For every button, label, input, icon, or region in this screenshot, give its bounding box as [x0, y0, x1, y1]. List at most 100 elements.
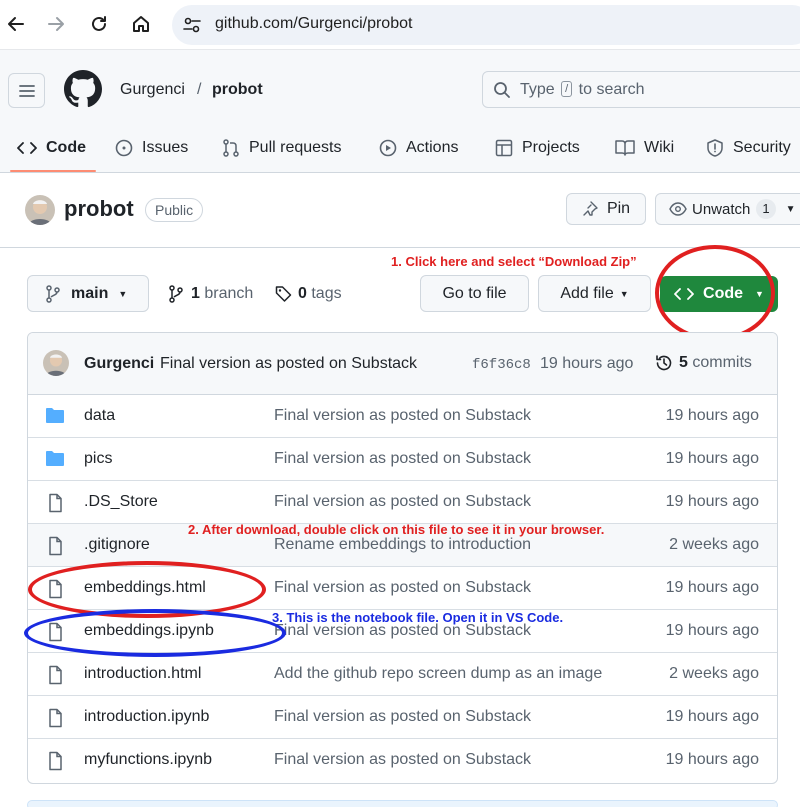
tab-issues[interactable]: Issues [115, 136, 188, 160]
tags-link[interactable]: 0 tags [275, 285, 342, 303]
history-icon [656, 355, 672, 371]
file-row-ds-store[interactable]: .DS_Store Final version as posted on Sub… [28, 481, 777, 524]
file-commit-message[interactable]: Final version as posted on Substack [274, 407, 531, 425]
unwatch-button[interactable]: Unwatch 1 ▼ [655, 193, 800, 225]
file-time: 19 hours ago [665, 407, 759, 424]
hamburger-menu-button[interactable] [8, 73, 45, 108]
browser-toolbar: github.com/Gurgenci/probot [0, 0, 800, 50]
file-icon [45, 536, 65, 561]
commit-time: 19 hours ago [540, 355, 634, 372]
file-icon [45, 665, 65, 690]
watch-count: 1 [756, 199, 776, 219]
file-row-data[interactable]: data Final version as posted on Substack… [28, 395, 777, 438]
commit-author[interactable]: Gurgenci [84, 355, 154, 373]
address-bar[interactable]: github.com/Gurgenci/probot [172, 5, 800, 45]
file-commit-message[interactable]: Final version as posted on Substack [274, 751, 531, 769]
tab-pull-requests[interactable]: Pull requests [222, 136, 342, 160]
file-time: 19 hours ago [665, 450, 759, 467]
add-file-button[interactable]: Add file ▼ [538, 275, 651, 312]
visibility-badge: Public [145, 198, 204, 222]
github-logo-icon[interactable] [64, 70, 102, 113]
tab-security[interactable]: Security [706, 136, 791, 160]
pull-request-icon [223, 139, 239, 157]
file-time: 19 hours ago [665, 493, 759, 510]
file-row-pics[interactable]: pics Final version as posted on Substack… [28, 438, 777, 481]
file-time: 19 hours ago [665, 751, 759, 768]
play-icon [379, 139, 397, 157]
annotation-open-in-browser: 2. After download, double click on this … [188, 522, 605, 537]
tab-actions[interactable]: Actions [379, 136, 458, 160]
avatar[interactable] [25, 195, 55, 225]
file-icon [45, 708, 65, 733]
tab-wiki[interactable]: Wiki [615, 136, 674, 160]
file-name[interactable]: pics [84, 450, 112, 468]
commit-sha[interactable]: f6f36c8 [472, 357, 531, 373]
code-icon [17, 142, 37, 154]
avatar[interactable] [43, 350, 69, 376]
file-name[interactable]: introduction.html [84, 665, 201, 683]
search-input[interactable]: Type / to search [482, 71, 800, 108]
file-row-introduction-html[interactable]: introduction.html Add the github repo sc… [28, 653, 777, 696]
divider [0, 247, 800, 248]
file-time: 2 weeks ago [669, 665, 759, 682]
latest-commit-row: Gurgenci Final version as posted on Subs… [28, 333, 777, 395]
file-icon [45, 493, 65, 518]
pin-icon [583, 201, 598, 216]
repo-link[interactable]: probot [212, 81, 263, 99]
github-header: Gurgenci / probot Type / to search Code … [0, 50, 800, 173]
tab-code[interactable]: Code [17, 136, 86, 160]
file-name[interactable]: .DS_Store [84, 493, 158, 511]
book-icon [615, 140, 635, 156]
breadcrumb-separator: / [197, 81, 202, 98]
home-icon[interactable] [128, 11, 154, 37]
chevron-down-icon: ▼ [785, 203, 796, 215]
file-row-introduction-ipynb[interactable]: introduction.ipynb Final version as post… [28, 696, 777, 739]
table-icon [495, 139, 513, 157]
file-table: Gurgenci Final version as posted on Subs… [27, 332, 778, 784]
branch-icon [46, 284, 60, 303]
branch-icon [169, 285, 183, 303]
annotation-download-zip: 1. Click here and select “Download Zip” [391, 254, 637, 269]
file-row-myfunctions-ipynb[interactable]: myfunctions.ipynb Final version as poste… [28, 739, 777, 782]
reload-icon[interactable] [86, 11, 112, 37]
file-commit-message[interactable]: Final version as posted on Substack [274, 493, 531, 511]
tab-projects[interactable]: Projects [495, 136, 580, 160]
file-name[interactable]: myfunctions.ipynb [84, 751, 212, 769]
highlight-ellipse-code [655, 245, 775, 341]
active-tab-indicator [10, 170, 96, 172]
highlight-ellipse-embeddings-ipynb [24, 609, 286, 657]
search-icon [493, 81, 511, 104]
tag-icon [275, 286, 292, 302]
repo-title[interactable]: probot [64, 196, 134, 222]
pin-button[interactable]: Pin [566, 193, 646, 225]
file-time: 19 hours ago [665, 708, 759, 725]
folder-icon [45, 407, 65, 429]
file-commit-message[interactable]: Rename embeddings to introduction [274, 536, 531, 554]
file-time: 2 weeks ago [669, 536, 759, 553]
file-name[interactable]: .gitignore [84, 536, 150, 554]
branch-selector[interactable]: main ▼ [27, 275, 149, 312]
file-commit-message[interactable]: Final version as posted on Substack [274, 450, 531, 468]
eye-icon [669, 202, 687, 216]
file-time: 19 hours ago [665, 579, 759, 596]
commits-link[interactable]: 5 commits [655, 354, 752, 372]
shield-icon [707, 139, 723, 157]
chevron-down-icon: ▼ [619, 288, 629, 299]
site-settings-icon[interactable] [182, 15, 202, 40]
commit-message[interactable]: Final version as posted on Substack [160, 355, 417, 373]
owner-link[interactable]: Gurgenci [120, 81, 185, 99]
hamburger-icon [18, 84, 35, 97]
file-name[interactable]: data [84, 407, 115, 425]
repo-tabs: Code Issues Pull requests Actions Projec… [0, 126, 800, 173]
back-arrow-icon[interactable] [3, 11, 29, 37]
file-name[interactable]: introduction.ipynb [84, 708, 209, 726]
go-to-file-button[interactable]: Go to file [420, 275, 529, 312]
file-commit-message[interactable]: Add the github repo screen dump as an im… [274, 665, 602, 683]
forward-arrow-icon[interactable] [43, 11, 69, 37]
branches-link[interactable]: 1 branch [168, 285, 253, 303]
url-text: github.com/Gurgenci/probot [215, 15, 413, 32]
file-commit-message[interactable]: Final version as posted on Substack [274, 579, 531, 597]
file-commit-message[interactable]: Final version as posted on Substack [274, 708, 531, 726]
chevron-down-icon: ▼ [118, 288, 128, 299]
issue-icon [115, 139, 133, 157]
